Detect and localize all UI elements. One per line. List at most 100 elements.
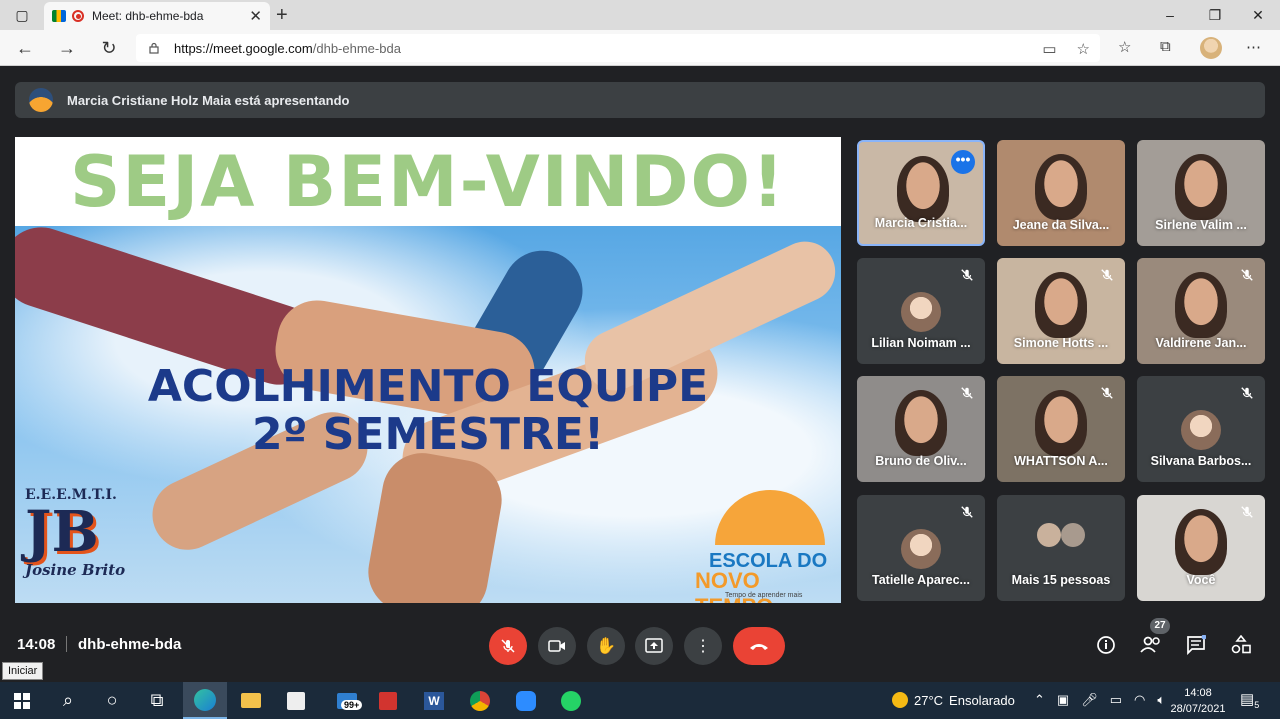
participant-video (897, 156, 949, 222)
participant-avatar (1181, 410, 1221, 450)
more-vert-icon: ⋮ (695, 638, 711, 655)
whatsapp-icon[interactable] (549, 682, 593, 719)
gift-app-icon[interactable] (366, 682, 410, 719)
weather-temp: 27°C (914, 692, 944, 708)
slide-headline: ACOLHIMENTO EQUIPE 2º SEMESTRE! (15, 363, 841, 459)
new-tab-button[interactable]: + (276, 4, 288, 27)
cortana-icon[interactable]: ○ (90, 682, 134, 719)
presenting-text: Marcia Cristiane Holz Maia está apresent… (67, 92, 350, 108)
participant-tile[interactable]: Jeane da Silva... (997, 140, 1125, 246)
close-icon[interactable]: ✕ (1236, 0, 1280, 30)
meeting-details-button[interactable] (1093, 632, 1119, 658)
participant-name: WHATTSON A... (1014, 454, 1108, 468)
school-logo-mark: JB (25, 499, 99, 565)
battery-icon[interactable]: ▭ (1110, 692, 1122, 708)
windows-taskbar: ⌕ ○ ⧉ 99+ W 27°C Ensolarado ⌃ ▣ 🎤︎ ▭ ◠ 🔈… (0, 682, 1280, 719)
meet-favicon-icon (52, 10, 66, 22)
wifi-icon[interactable]: ◠ (1134, 692, 1145, 708)
mic-off-icon (959, 268, 975, 284)
start-button[interactable] (0, 682, 44, 719)
participant-tile[interactable]: Valdirene Jan... (1137, 258, 1265, 364)
more-options-icon[interactable]: ⋯ (1246, 38, 1261, 56)
participant-avatar (1061, 523, 1085, 547)
divider (66, 636, 67, 652)
participant-tile[interactable]: Simone Hotts ... (997, 258, 1125, 364)
task-view-icon[interactable]: ⧉ (135, 682, 179, 719)
chevron-up-icon[interactable]: ⌃ (1034, 692, 1045, 708)
participant-name: Tatielle Aparec... (872, 573, 970, 587)
participant-name: Você (1186, 573, 1216, 587)
participant-tile[interactable]: Mais 15 pessoas (997, 495, 1125, 601)
meeting-clock: 14:08 (17, 636, 56, 653)
camera-icon (548, 640, 565, 652)
more-options-button[interactable]: ⋮ (684, 627, 722, 665)
minimize-icon[interactable]: – (1148, 0, 1192, 30)
favorites-icon[interactable]: ☆ (1118, 38, 1131, 56)
forward-icon[interactable]: → (54, 36, 80, 60)
mail-icon[interactable]: 99+ (325, 682, 369, 719)
store-icon[interactable] (274, 682, 318, 719)
participant-avatar (1037, 523, 1061, 547)
tab-actions-icon[interactable]: ▢ (0, 0, 44, 30)
participant-tile[interactable]: Marcia Cristia... ••• (857, 140, 985, 246)
raise-hand-button[interactable]: ✋ (587, 627, 625, 665)
school-logo-name: Josine Brito (25, 561, 126, 579)
chat-button[interactable] (1183, 632, 1209, 658)
recording-icon (72, 10, 84, 22)
chrome-icon[interactable] (458, 682, 502, 719)
volume-icon[interactable]: 🔈︎ (1157, 692, 1165, 708)
address-toolbar: ← → ↻ https://meet.google.com/dhb-ehme-b… (0, 30, 1280, 66)
tile-options-icon[interactable]: ••• (951, 150, 975, 174)
participant-tile[interactable]: Você (1137, 495, 1265, 601)
weather-widget[interactable]: 27°C Ensolarado (892, 692, 1015, 708)
participant-tile[interactable]: Sirlene Valim ... (1137, 140, 1265, 246)
activities-button[interactable] (1228, 632, 1254, 658)
mic-off-icon (1239, 268, 1255, 284)
mic-off-icon (1239, 505, 1255, 521)
collections-icon[interactable]: ⧉ (1160, 38, 1171, 55)
camera-in-use-icon[interactable]: ▭ (1042, 40, 1056, 58)
mic-off-button[interactable] (489, 627, 527, 665)
browser-tab[interactable]: Meet: dhb-ehme-bda ✕ (44, 2, 270, 30)
search-icon[interactable]: ⌕ (46, 682, 90, 719)
people-button[interactable] (1138, 632, 1164, 658)
participant-video (1035, 154, 1087, 220)
participant-video (1175, 509, 1227, 575)
participant-name: Sirlene Valim ... (1155, 218, 1247, 232)
participant-tile[interactable]: Silvana Barbos... (1137, 376, 1265, 482)
people-icon (1140, 636, 1160, 653)
participant-tile[interactable]: Lilian Noimam ... (857, 258, 985, 364)
back-icon[interactable]: ← (12, 36, 38, 60)
participant-video (1175, 154, 1227, 220)
participant-tile[interactable]: WHATTSON A... (997, 376, 1125, 482)
participant-video (1035, 272, 1087, 338)
weather-text: Ensolarado (949, 692, 1015, 708)
participant-name: Lilian Noimam ... (871, 336, 971, 350)
meet-tray-icon[interactable]: ▣ (1057, 692, 1069, 708)
meeting-code: dhb-ehme-bda (78, 636, 182, 653)
leave-call-button[interactable] (733, 627, 785, 665)
school-logo: E.E.E.M.T.I. JB Josine Brito (25, 487, 135, 599)
present-screen-button[interactable] (635, 627, 673, 665)
add-favorite-icon[interactable]: ☆ (1077, 40, 1090, 58)
reload-icon[interactable]: ↻ (96, 36, 122, 60)
slide-headline-line1: ACOLHIMENTO EQUIPE (147, 361, 709, 412)
participant-tile[interactable]: Bruno de Oliv... (857, 376, 985, 482)
info-icon (1097, 636, 1115, 654)
edge-icon[interactable] (183, 682, 227, 719)
word-icon[interactable]: W (412, 682, 456, 719)
notifications-icon[interactable]: ▤5 (1240, 690, 1259, 710)
zoom-icon[interactable] (504, 682, 548, 719)
camera-button[interactable] (538, 627, 576, 665)
mic-off-icon (959, 505, 975, 521)
taskbar-clock[interactable]: 14:08 28/07/2021 (1168, 685, 1228, 717)
profile-avatar[interactable] (1200, 37, 1222, 59)
close-tab-icon[interactable]: ✕ (249, 7, 262, 25)
file-explorer-icon[interactable] (229, 682, 273, 719)
participant-tile[interactable]: Tatielle Aparec... (857, 495, 985, 601)
participant-name: Mais 15 pessoas (1011, 573, 1111, 587)
lock-icon (149, 42, 159, 54)
url-field[interactable]: https://meet.google.com/dhb-ehme-bda ▭ ☆ (136, 34, 1100, 62)
microphone-icon[interactable]: 🎤︎ (1081, 692, 1098, 708)
restore-icon[interactable]: ❐ (1193, 0, 1237, 30)
